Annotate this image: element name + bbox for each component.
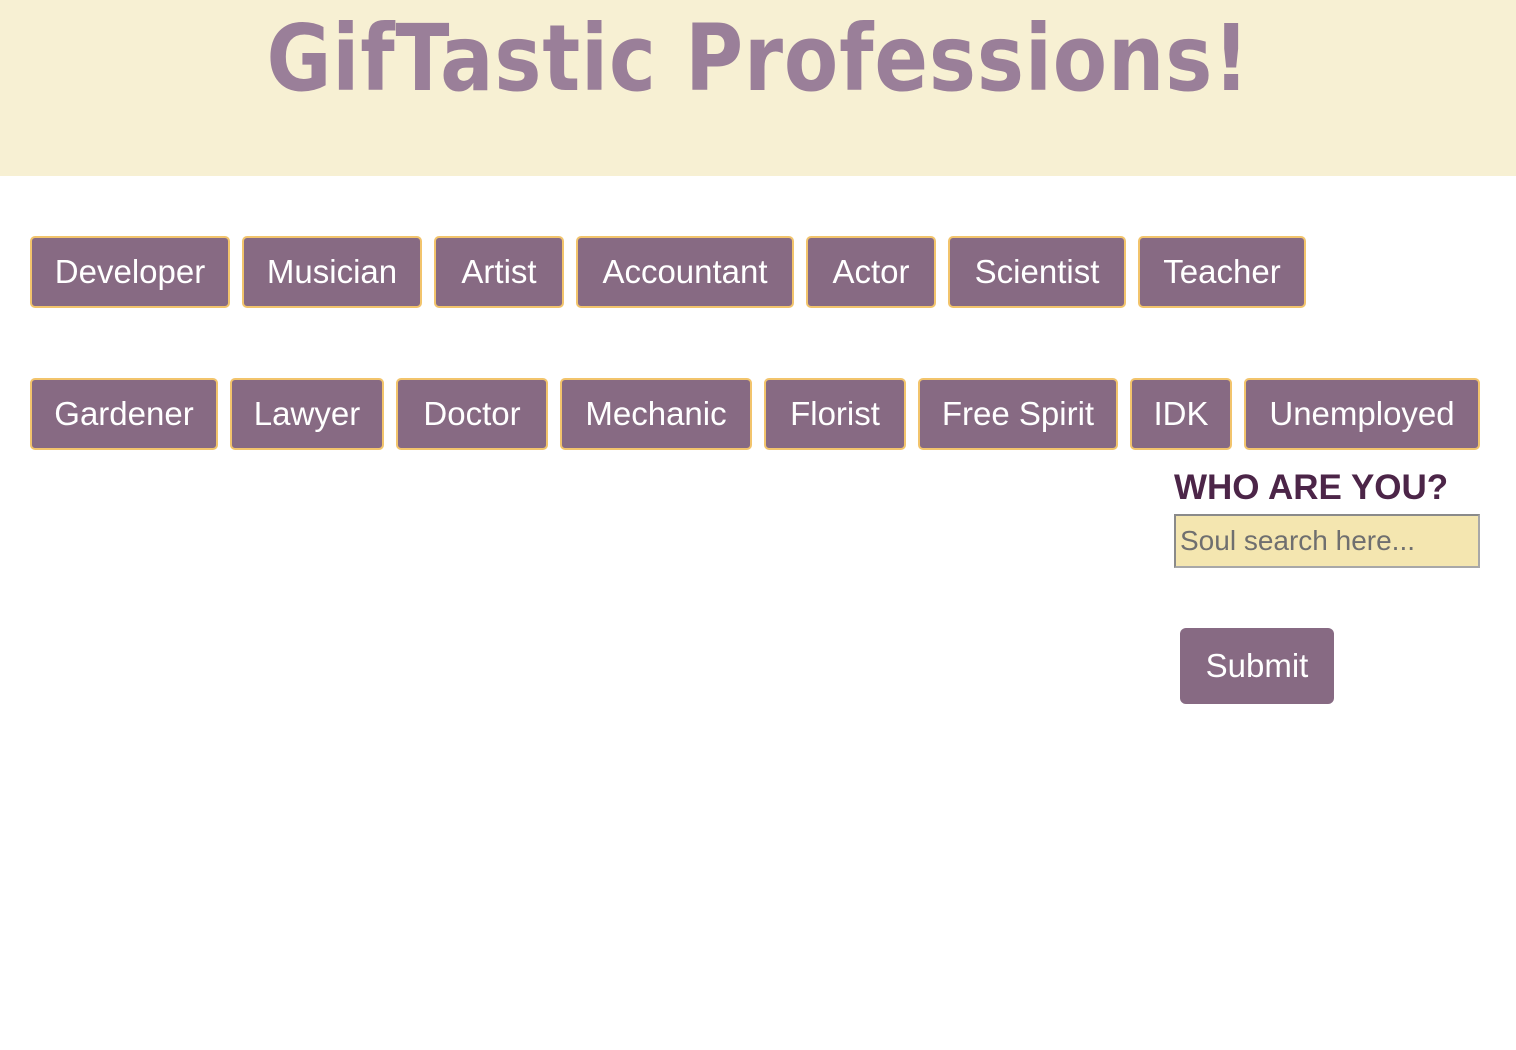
profession-button-gardener[interactable]: Gardener	[30, 378, 218, 450]
search-label: WHO ARE YOU?	[1174, 468, 1449, 507]
submit-button[interactable]: Submit	[1180, 628, 1334, 704]
profession-buttons-row-2: Gardener Lawyer Doctor Mechanic Florist …	[30, 378, 1480, 454]
profession-button-doctor[interactable]: Doctor	[396, 378, 548, 450]
profession-button-florist[interactable]: Florist	[764, 378, 906, 450]
profession-button-lawyer[interactable]: Lawyer	[230, 378, 384, 450]
profession-button-actor[interactable]: Actor	[806, 236, 936, 308]
page-header: GifTastic Professions!	[0, 0, 1516, 176]
profession-buttons-row-1: Developer Musician Artist Accountant Act…	[30, 236, 1306, 312]
profession-button-teacher[interactable]: Teacher	[1138, 236, 1306, 308]
profession-button-idk[interactable]: IDK	[1130, 378, 1232, 450]
search-input[interactable]	[1174, 514, 1480, 568]
profession-button-free-spirit[interactable]: Free Spirit	[918, 378, 1118, 450]
profession-button-unemployed[interactable]: Unemployed	[1244, 378, 1480, 450]
profession-button-musician[interactable]: Musician	[242, 236, 422, 308]
profession-button-scientist[interactable]: Scientist	[948, 236, 1126, 308]
page-title: GifTastic Professions!	[266, 5, 1251, 112]
profession-button-artist[interactable]: Artist	[434, 236, 564, 308]
profession-button-developer[interactable]: Developer	[30, 236, 230, 308]
profession-button-mechanic[interactable]: Mechanic	[560, 378, 752, 450]
profession-button-accountant[interactable]: Accountant	[576, 236, 794, 308]
